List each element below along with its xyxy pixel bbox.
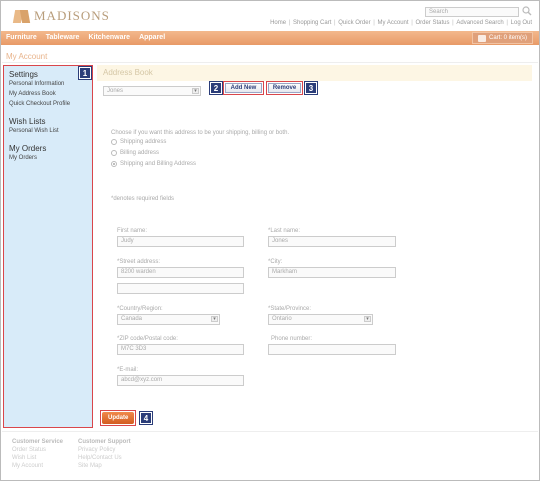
country-label: *Country/Region: — [117, 306, 163, 312]
toplink-home[interactable]: Home — [270, 20, 286, 26]
phone-label: Phone number: — [271, 336, 313, 342]
sidebar-item-my-address-book[interactable]: My Address Book — [9, 89, 87, 99]
cart-label: Cart: 0 item(s) — [488, 35, 527, 41]
footer-link-help-contact[interactable]: Help/Contact Us — [78, 454, 131, 462]
sidebar-heading-wish-lists: Wish Lists — [9, 117, 46, 126]
address-type-question: Choose if you want this address to be yo… — [111, 130, 290, 136]
sidebar-item-personal-wish-list[interactable]: Personal Wish List — [9, 126, 87, 136]
radio-icon — [111, 139, 117, 145]
footer-link-my-account[interactable]: My Account — [12, 462, 63, 470]
nav-apparel[interactable]: Apparel — [139, 34, 165, 41]
chevron-down-icon: ▾ — [192, 88, 199, 94]
brand-name: MADISONS — [34, 8, 110, 23]
radio-label: Billing address — [120, 150, 160, 156]
remove-button[interactable]: Remove — [268, 83, 301, 93]
footer-link-wish-list[interactable]: Wish List — [12, 454, 63, 462]
cart-button[interactable]: Cart: 0 item(s) — [471, 32, 533, 44]
footer: Customer Service Order Status Wish List … — [2, 431, 538, 479]
add-new-button[interactable]: Add New — [225, 83, 262, 93]
toplink-my-account[interactable]: My Account — [378, 20, 409, 26]
sidebar-heading-my-orders: My Orders — [9, 144, 47, 153]
last-name-field[interactable]: Jones — [268, 236, 396, 247]
last-name-label: *Last name: — [268, 228, 301, 234]
city-label: *City: — [268, 259, 283, 265]
header: MADISONS Search Home | Shopping Cart | Q… — [1, 1, 539, 31]
toplink-log-out[interactable]: Log Out — [511, 20, 532, 26]
email-field[interactable]: abcd@xyz.com — [117, 375, 244, 386]
country-select-value: Canada — [121, 316, 143, 322]
sidebar-item-my-orders[interactable]: My Orders — [9, 153, 87, 163]
zip-label: *ZIP code/Postal code: — [117, 336, 178, 342]
nav-furniture[interactable]: Furniture — [6, 34, 37, 41]
sidebar-item-quick-checkout-profile[interactable]: Quick Checkout Profile — [9, 99, 87, 109]
nav-tableware[interactable]: Tableware — [46, 34, 80, 41]
add-new-button-outline: Add New — [223, 81, 264, 95]
search-icon[interactable] — [522, 6, 532, 16]
address-select[interactable]: Jones ▾ — [103, 86, 201, 96]
cart-icon — [477, 34, 486, 42]
zip-field[interactable]: M7C 3D3 — [117, 344, 244, 355]
category-nav: Furniture Tableware Kitchenware Apparel … — [1, 31, 539, 45]
chevron-down-icon: ▾ — [211, 316, 218, 322]
required-note: *denotes required fields — [111, 196, 175, 202]
nav-kitchenware[interactable]: Kitchenware — [88, 34, 130, 41]
chevron-down-icon: ▾ — [364, 316, 371, 322]
radio-shipping-and-billing[interactable]: Shipping and Billing Address — [111, 161, 196, 167]
sidebar-item-personal-information[interactable]: Personal Information — [9, 79, 87, 89]
radio-selected-icon — [111, 161, 117, 167]
sidebar-heading-settings: Settings — [9, 70, 38, 79]
search-input[interactable]: Search — [425, 7, 519, 17]
section-title: Address Book — [97, 65, 532, 81]
remove-button-outline: Remove — [266, 81, 303, 95]
footer-link-order-status[interactable]: Order Status — [12, 446, 63, 454]
radio-label: Shipping and Billing Address — [120, 161, 197, 167]
toplink-order-status[interactable]: Order Status — [415, 20, 449, 26]
first-name-field[interactable]: Judy — [117, 236, 244, 247]
radio-shipping-address[interactable]: Shipping address — [111, 139, 166, 145]
radio-billing-address[interactable]: Billing address — [111, 150, 159, 156]
account-sidebar: Settings Personal Information My Address… — [3, 65, 93, 428]
footer-link-site-map[interactable]: Site Map — [78, 462, 131, 470]
toplink-advanced-search[interactable]: Advanced Search — [456, 20, 503, 26]
city-field[interactable]: Markham — [268, 267, 396, 278]
toplink-shopping-cart[interactable]: Shopping Cart — [293, 20, 331, 26]
phone-field[interactable] — [268, 344, 396, 355]
logo[interactable]: MADISONS — [12, 8, 110, 24]
radio-icon — [111, 150, 117, 156]
divider — [2, 62, 538, 63]
footer-customer-support: Customer Support Privacy Policy Help/Con… — [78, 438, 131, 470]
callout-badge-4: 4 — [139, 411, 153, 425]
footer-customer-service: Customer Service Order Status Wish List … — [12, 438, 63, 470]
callout-badge-3: 3 — [304, 81, 318, 95]
footer-heading: Customer Service — [12, 439, 64, 445]
footer-heading: Customer Support — [78, 439, 131, 445]
logo-icon — [12, 8, 31, 24]
radio-label: Shipping address — [120, 139, 167, 145]
country-select[interactable]: Canada ▾ — [117, 314, 220, 325]
state-label: *State/Province: — [268, 306, 312, 312]
email-label: *E-mail: — [117, 367, 139, 373]
address-select-value: Jones — [107, 88, 124, 94]
footer-link-privacy-policy[interactable]: Privacy Policy — [78, 446, 131, 454]
toplink-quick-order[interactable]: Quick Order — [338, 20, 370, 26]
state-select[interactable]: Ontario ▾ — [268, 314, 373, 325]
callout-badge-2: 2 — [209, 81, 223, 95]
first-name-label: First name: — [117, 228, 148, 234]
street-field-line2[interactable] — [117, 283, 244, 294]
top-links: Home | Shopping Cart | Quick Order | My … — [270, 20, 532, 26]
address-form: Choose if you want this address to be yo… — [97, 99, 532, 423]
state-select-value: Ontario — [272, 316, 292, 322]
update-button[interactable]: Update — [102, 412, 135, 424]
street-field[interactable]: 8200 warden — [117, 267, 244, 278]
page-title: My Account — [6, 52, 48, 61]
update-button-outline: Update — [100, 410, 137, 426]
street-label: *Street address: — [117, 259, 161, 265]
callout-badge-1: 1 — [78, 66, 92, 80]
address-book-panel: Address Book Jones ▾ Choose if you want … — [97, 65, 532, 428]
